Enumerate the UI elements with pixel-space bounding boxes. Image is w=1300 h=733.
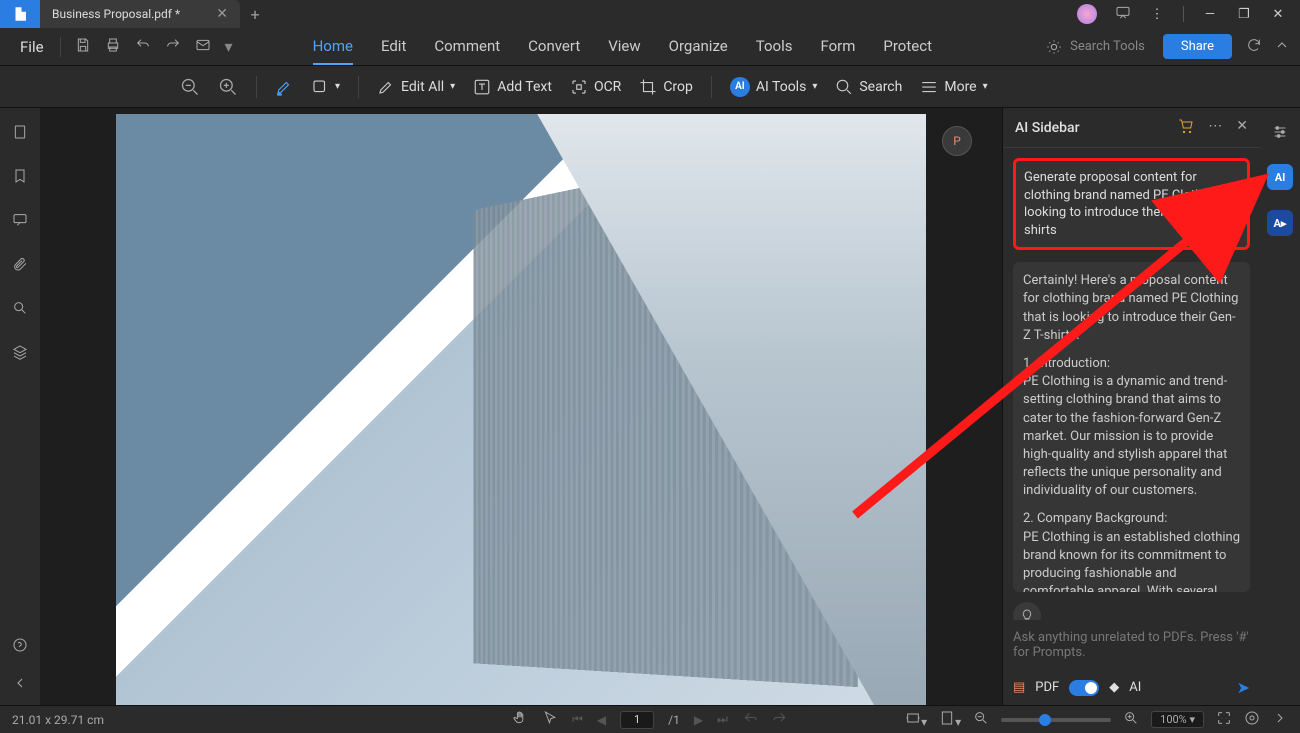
layers-icon[interactable] [12,344,28,364]
maximize-button[interactable]: ❐ [1236,7,1252,22]
page-input[interactable] [620,711,654,729]
toolbar: ▾ Edit All▾ Add Text OCR Crop AIAI Tools… [0,66,1300,108]
tab-edit[interactable]: Edit [381,29,406,65]
prev-page-icon[interactable] [12,675,28,695]
qat-dropdown-icon[interactable]: ▾ [225,37,233,56]
first-page-icon[interactable]: ⏮ [572,712,583,727]
pdf-mode-icon[interactable]: ▤ [1013,680,1025,695]
settings-icon[interactable] [1272,124,1288,144]
pdf-label: PDF [1035,680,1059,695]
search-button[interactable]: Search [835,78,902,96]
tab-protect[interactable]: Protect [883,29,932,65]
fullscreen-icon[interactable] [1216,710,1232,729]
thumbnails-icon[interactable] [12,124,28,144]
undo-icon[interactable] [135,37,151,57]
left-rail [0,108,40,705]
view-mode-icon[interactable]: ▾ [939,710,961,729]
fit-width-icon[interactable]: ▾ [905,710,927,729]
search-panel-icon[interactable] [12,300,28,320]
reading-mode-icon[interactable] [1244,710,1260,729]
print-icon[interactable] [105,37,121,57]
app-logo[interactable] [0,0,40,28]
close-tab-icon[interactable]: ✕ [216,6,228,22]
attachments-icon[interactable] [12,256,28,276]
file-menu[interactable]: File [10,38,54,56]
nav-forward-icon[interactable] [772,710,788,729]
ai-label: AI [1129,680,1141,695]
user-avatar[interactable] [1077,4,1097,24]
more-options-icon[interactable]: ⋯ [1208,118,1222,138]
zoom-in-button[interactable] [218,77,238,97]
ai-sidebar: AI Sidebar ⋯ ✕ Generate proposal content… [1002,108,1260,705]
comments-icon[interactable] [12,212,28,232]
zoom-out-button[interactable] [180,77,200,97]
tab-comment[interactable]: Comment [434,29,500,65]
page-dimensions: 21.01 x 29.71 cm [12,713,104,727]
save-icon[interactable] [75,37,91,57]
tab-title: Business Proposal.pdf * [52,7,180,21]
zoom-slider[interactable] [1001,718,1111,722]
search-tools[interactable]: Search Tools [1046,39,1145,55]
ai-sidebar-title: AI Sidebar [1015,120,1080,136]
mode-toggle[interactable] [1069,680,1099,696]
collapse-ribbon-icon[interactable] [1274,37,1290,57]
select-tool-icon[interactable] [542,710,558,729]
document-page [116,114,926,705]
help-icon[interactable] [12,637,28,657]
statusbar: 21.01 x 29.71 cm ⏮ ◀ /1 ▶ ⏭ ▾ ▾ 100% ▾ [0,705,1300,733]
shape-button[interactable]: ▾ [311,78,340,96]
kebab-menu-icon[interactable]: ⋮ [1149,7,1165,22]
ai-tools-button[interactable]: AIAI Tools▾ [730,77,817,97]
sync-icon[interactable] [1246,37,1262,57]
tab-form[interactable]: Form [820,29,855,65]
hand-tool-icon[interactable] [512,710,528,729]
minimize-button[interactable]: — [1202,7,1218,22]
tab-view[interactable]: View [608,29,640,65]
ai-translate-icon[interactable]: A▸ [1267,210,1293,236]
document-canvas[interactable]: P [40,108,1002,705]
next-page-side-icon[interactable] [1272,710,1288,729]
cart-icon[interactable] [1178,118,1194,138]
ai-response: Certainly! Here's a proposal content for… [1013,262,1250,592]
nav-back-icon[interactable] [742,710,758,729]
menubar: File ▾ Home Edit Comment Convert View Or… [0,28,1300,66]
prev-page-nav-icon[interactable]: ◀ [597,713,606,727]
chat-icon[interactable] [1115,4,1131,24]
crop-button[interactable]: Crop [639,78,693,96]
close-window-button[interactable]: ✕ [1270,7,1286,22]
right-rail: AI A▸ [1260,108,1300,705]
highlight-button[interactable] [275,78,293,96]
tab-convert[interactable]: Convert [528,29,580,65]
more-button[interactable]: More▾ [920,78,987,96]
ai-mode-icon: ◆ [1109,680,1119,695]
next-page-nav-icon[interactable]: ▶ [694,713,703,727]
ocr-button[interactable]: OCR [570,78,621,96]
zoom-out-status-icon[interactable] [973,710,989,729]
menu-tabs: Home Edit Comment Convert View Organize … [313,29,932,65]
lightbulb-icon[interactable] [1013,602,1041,620]
user-message: Generate proposal content for clothing b… [1013,158,1250,250]
redo-icon[interactable] [165,37,181,57]
bookmarks-icon[interactable] [12,168,28,188]
share-button[interactable]: Share [1163,34,1232,59]
ai-input[interactable]: Ask anything unrelated to PDFs. Press '#… [1003,620,1260,670]
close-sidebar-icon[interactable]: ✕ [1236,118,1248,138]
titlebar: Business Proposal.pdf * ✕ + ⋮ — ❐ ✕ [0,0,1300,28]
zoom-level[interactable]: 100% ▾ [1151,711,1204,728]
send-icon[interactable]: ➤ [1237,678,1250,697]
edit-all-button[interactable]: Edit All▾ [377,78,455,96]
tab-home[interactable]: Home [313,29,353,65]
mail-icon[interactable] [195,37,211,57]
tab-tools[interactable]: Tools [756,29,793,65]
page-total: /1 [668,713,680,727]
presentation-badge[interactable]: P [942,126,972,156]
add-tab-button[interactable]: + [240,5,270,24]
last-page-icon[interactable]: ⏭ [717,712,728,727]
zoom-in-status-icon[interactable] [1123,710,1139,729]
ai-assistant-icon[interactable]: AI [1267,164,1293,190]
document-tab[interactable]: Business Proposal.pdf * ✕ [40,0,240,28]
add-text-button[interactable]: Add Text [473,78,552,96]
tab-organize[interactable]: Organize [669,29,728,65]
